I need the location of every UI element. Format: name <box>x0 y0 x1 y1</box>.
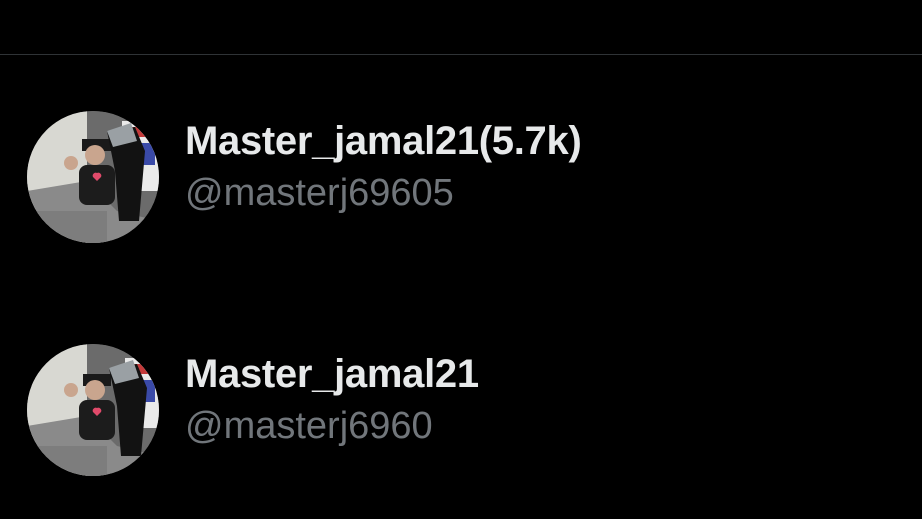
display-name: Master_jamal21(5.7k) <box>185 119 582 163</box>
avatar-photo-icon <box>27 344 159 476</box>
user-cell[interactable]: Master_jamal21(5.7k) @masterj69605 <box>0 100 922 250</box>
avatar-photo-icon <box>27 111 159 243</box>
top-divider <box>0 54 922 55</box>
user-cell[interactable]: Master_jamal21 @masterj6960 <box>0 333 922 483</box>
display-name: Master_jamal21 <box>185 352 479 396</box>
avatar[interactable] <box>27 344 159 476</box>
avatar[interactable] <box>27 111 159 243</box>
user-handle: @masterj6960 <box>185 405 433 447</box>
user-handle: @masterj69605 <box>185 172 454 214</box>
